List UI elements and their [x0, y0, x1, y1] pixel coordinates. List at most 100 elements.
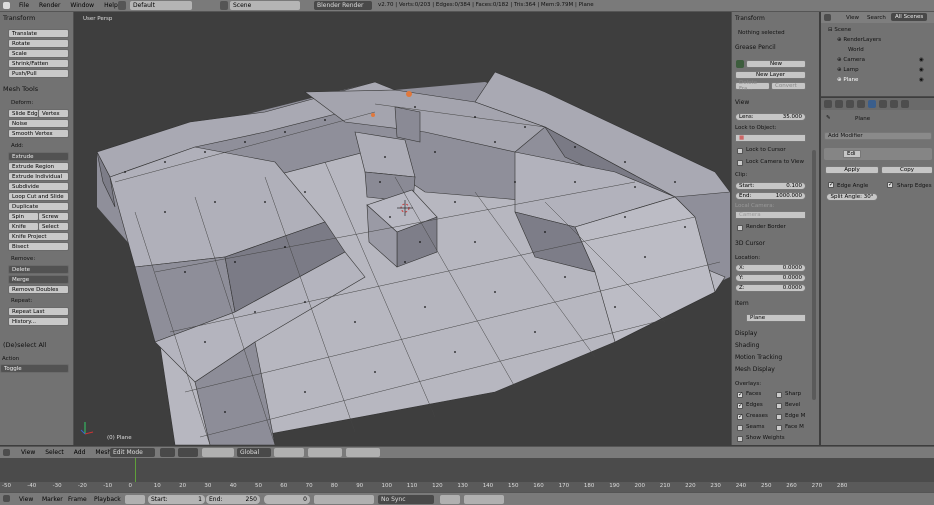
transform-orientation-select[interactable]: Global	[237, 448, 271, 457]
lamp-visibility-icon[interactable]: ◉	[919, 67, 924, 73]
pivot-select[interactable]	[178, 448, 198, 457]
plane-tree-item[interactable]: ⊕ Plane	[837, 77, 858, 83]
modifier-name-field[interactable]: Edi	[843, 150, 861, 158]
slide-vertex-button[interactable]: Vertex	[38, 109, 69, 118]
display-panel-header[interactable]: Display	[735, 330, 757, 337]
camera-visibility-icon[interactable]: ◉	[919, 57, 924, 63]
pencil-icon[interactable]	[736, 60, 744, 68]
menu-render[interactable]: Render	[34, 2, 65, 9]
deselect-all-header[interactable]: (De)select All	[3, 341, 47, 349]
show-weights-checkbox[interactable]	[737, 436, 743, 442]
start-frame-field[interactable]: Start: 1	[148, 495, 205, 504]
loop-cut-button[interactable]: Loop Cut and Slide	[8, 192, 69, 201]
translate-button[interactable]: Translate	[8, 29, 69, 38]
texture-tab-icon[interactable]	[901, 100, 909, 108]
outliner-search-menu[interactable]: Search	[867, 15, 886, 21]
outliner-editor-icon[interactable]	[824, 14, 831, 21]
knife-button[interactable]: Knife	[8, 222, 39, 231]
duplicate-button[interactable]: Duplicate	[8, 202, 69, 211]
marker-menu[interactable]: Marker	[42, 496, 63, 503]
select-mode-buttons[interactable]	[308, 448, 342, 457]
cursor-x-field[interactable]: X: 0.0000	[735, 264, 806, 272]
delete-frame-button[interactable]: Delete Fra...	[735, 80, 770, 92]
keying-buttons[interactable]	[440, 495, 460, 504]
outliner-display-select[interactable]: All Scenes	[891, 13, 928, 21]
data-tab-icon[interactable]	[879, 100, 887, 108]
shading-panel-header[interactable]: Shading	[735, 342, 759, 349]
world-tree-item[interactable]: World	[848, 47, 864, 53]
3d-cursor-header[interactable]: 3D Cursor	[735, 240, 765, 247]
apply-button[interactable]: Apply	[825, 166, 879, 174]
screen-layout-icon[interactable]	[118, 1, 126, 10]
shrink-fatten-button[interactable]: Shrink/Fatten	[8, 59, 69, 68]
smooth-vertex-button[interactable]: Smooth Vertex	[8, 129, 69, 138]
cursor-y-field[interactable]: Y: 0.0000	[735, 274, 806, 282]
lamp-marker[interactable]	[406, 91, 412, 97]
renderlayers-tree-item[interactable]: ⊕ RenderLayers	[837, 37, 881, 43]
material-tab-icon[interactable]	[890, 100, 898, 108]
spin-button[interactable]: Spin	[8, 212, 39, 221]
history-button[interactable]: History...	[8, 317, 69, 326]
props-scrollbar[interactable]	[812, 150, 816, 400]
clip-end-field[interactable]: End: 1000.000	[735, 192, 806, 200]
plane-visibility-icon[interactable]: ◉	[919, 77, 924, 83]
3d-viewport[interactable]: User Persp (0) Plane	[75, 12, 730, 445]
creases-checkbox[interactable]	[737, 413, 743, 420]
menu-file[interactable]: File	[14, 2, 34, 9]
remove-doubles-button[interactable]: Remove Doubles	[8, 285, 69, 294]
knife-select-button[interactable]: Select	[38, 222, 69, 231]
pin-icon[interactable]: ✎	[826, 115, 831, 121]
knife-project-button[interactable]: Knife Project	[8, 232, 69, 241]
scene-tab-icon[interactable]	[835, 100, 843, 108]
render-border-checkbox[interactable]	[737, 225, 743, 231]
manipulator-buttons[interactable]	[202, 448, 234, 457]
push-pull-button[interactable]: Push/Pull	[8, 69, 69, 78]
snap-buttons[interactable]	[346, 448, 380, 457]
action-select[interactable]: Toggle	[0, 364, 69, 373]
transform-panel-header[interactable]: Transform	[3, 14, 35, 22]
extrude-individual-button[interactable]: Extrude Individual	[8, 172, 69, 181]
item-panel-header[interactable]: Item	[735, 300, 749, 307]
render-tab-icon[interactable]	[824, 100, 832, 108]
camera-tree-item[interactable]: ⊕ Camera	[837, 57, 865, 63]
merge-menu[interactable]: Merge	[8, 275, 69, 284]
sharp-edges-checkbox[interactable]	[887, 181, 893, 188]
lock-object-field[interactable]: ■	[735, 134, 806, 142]
preview-range-button[interactable]	[125, 495, 145, 504]
rotate-button[interactable]: Rotate	[8, 39, 69, 48]
subdivide-button[interactable]: Subdivide	[8, 182, 69, 191]
faces-checkbox[interactable]	[737, 391, 743, 398]
world-tab-icon[interactable]	[846, 100, 854, 108]
slide-edge-button[interactable]: Slide Edg	[8, 109, 39, 118]
add-menu[interactable]: Add	[69, 449, 91, 456]
screen-layout-field[interactable]: Default	[130, 1, 192, 10]
sync-mode-select[interactable]: No Sync	[378, 495, 434, 504]
delete-menu[interactable]: Delete	[8, 265, 69, 274]
scene-icon[interactable]	[220, 1, 228, 10]
seams-checkbox[interactable]	[737, 425, 743, 431]
clip-start-field[interactable]: Start: 0.100	[735, 182, 806, 190]
keying-set-field[interactable]	[464, 495, 504, 504]
viewport-shading-select[interactable]	[160, 448, 175, 457]
edge-marks-checkbox[interactable]	[776, 414, 782, 420]
playback-controls[interactable]	[314, 495, 374, 504]
view-panel-header[interactable]: View	[735, 99, 749, 106]
outliner-view-menu[interactable]: View	[846, 15, 859, 21]
current-frame-field[interactable]: 0	[264, 495, 310, 504]
menu-window[interactable]: Window	[65, 2, 99, 9]
layer-buttons[interactable]	[274, 448, 304, 457]
3d-view-editor-icon[interactable]	[3, 449, 10, 456]
object-origin[interactable]	[371, 113, 375, 117]
transform-props-header[interactable]: Transform	[735, 15, 765, 22]
screw-button[interactable]: Screw	[38, 212, 69, 221]
frame-menu[interactable]: Frame	[68, 496, 87, 503]
grease-new-button[interactable]: New	[746, 60, 806, 68]
face-marks-checkbox[interactable]	[776, 425, 782, 431]
lock-cursor-checkbox[interactable]	[737, 148, 743, 154]
lamp-tree-item[interactable]: ⊕ Lamp	[837, 67, 859, 73]
mode-select[interactable]: Edit Mode	[110, 448, 155, 457]
local-camera-field[interactable]: Camera	[735, 211, 806, 219]
grease-pencil-header[interactable]: Grease Pencil	[735, 44, 776, 51]
modifier-tab-icon[interactable]	[868, 100, 876, 108]
scene-field[interactable]: Scene	[230, 1, 300, 10]
